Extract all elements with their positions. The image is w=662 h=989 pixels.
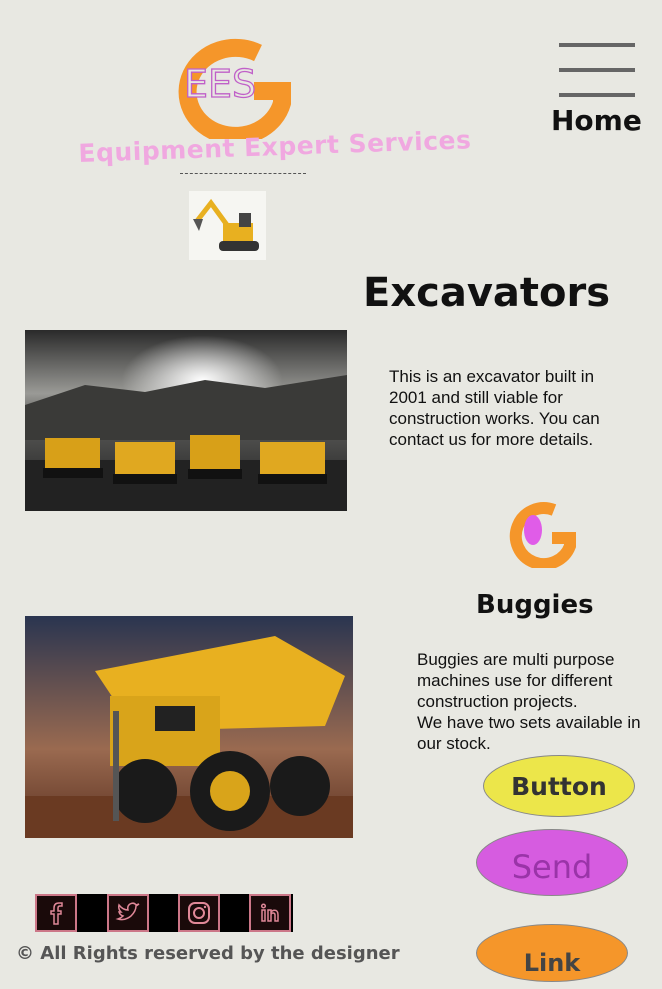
buggies-description-line-2: We have two sets available in our stock. — [417, 713, 641, 753]
brand-logo[interactable]: EES — [154, 27, 294, 145]
buggies-description-line-1: Buggies are multi purpose machines use f… — [417, 650, 615, 711]
link-button[interactable]: Link — [476, 924, 628, 982]
buggies-title: Buggies — [476, 590, 594, 620]
excavators-title: Excavators — [363, 270, 611, 316]
linkedin-icon[interactable] — [249, 894, 291, 932]
brand-name: Equipment Expert Services — [78, 125, 472, 168]
hamburger-menu-icon[interactable] — [559, 43, 635, 99]
copyright-text: © All Rights reserved by the designer — [16, 943, 400, 964]
twitter-icon[interactable] — [107, 894, 149, 932]
facebook-icon[interactable] — [35, 894, 77, 932]
haul-truck-photo — [25, 616, 353, 838]
brand-mini-logo-icon — [500, 498, 577, 571]
brand-underline — [180, 173, 306, 174]
logo-text: EES — [184, 62, 256, 106]
buggies-description: Buggies are multi purpose machines use f… — [417, 649, 657, 754]
excavator-fleet-photo — [25, 330, 347, 511]
send-button[interactable]: Send — [476, 829, 628, 896]
instagram-icon[interactable] — [178, 894, 220, 932]
nav-home-link[interactable]: Home — [551, 104, 642, 137]
generic-button[interactable]: Button — [483, 755, 635, 817]
social-media-bar — [35, 894, 293, 932]
excavator-thumbnail — [189, 191, 266, 260]
excavators-description: This is an excavator built in 2001 and s… — [389, 367, 600, 449]
